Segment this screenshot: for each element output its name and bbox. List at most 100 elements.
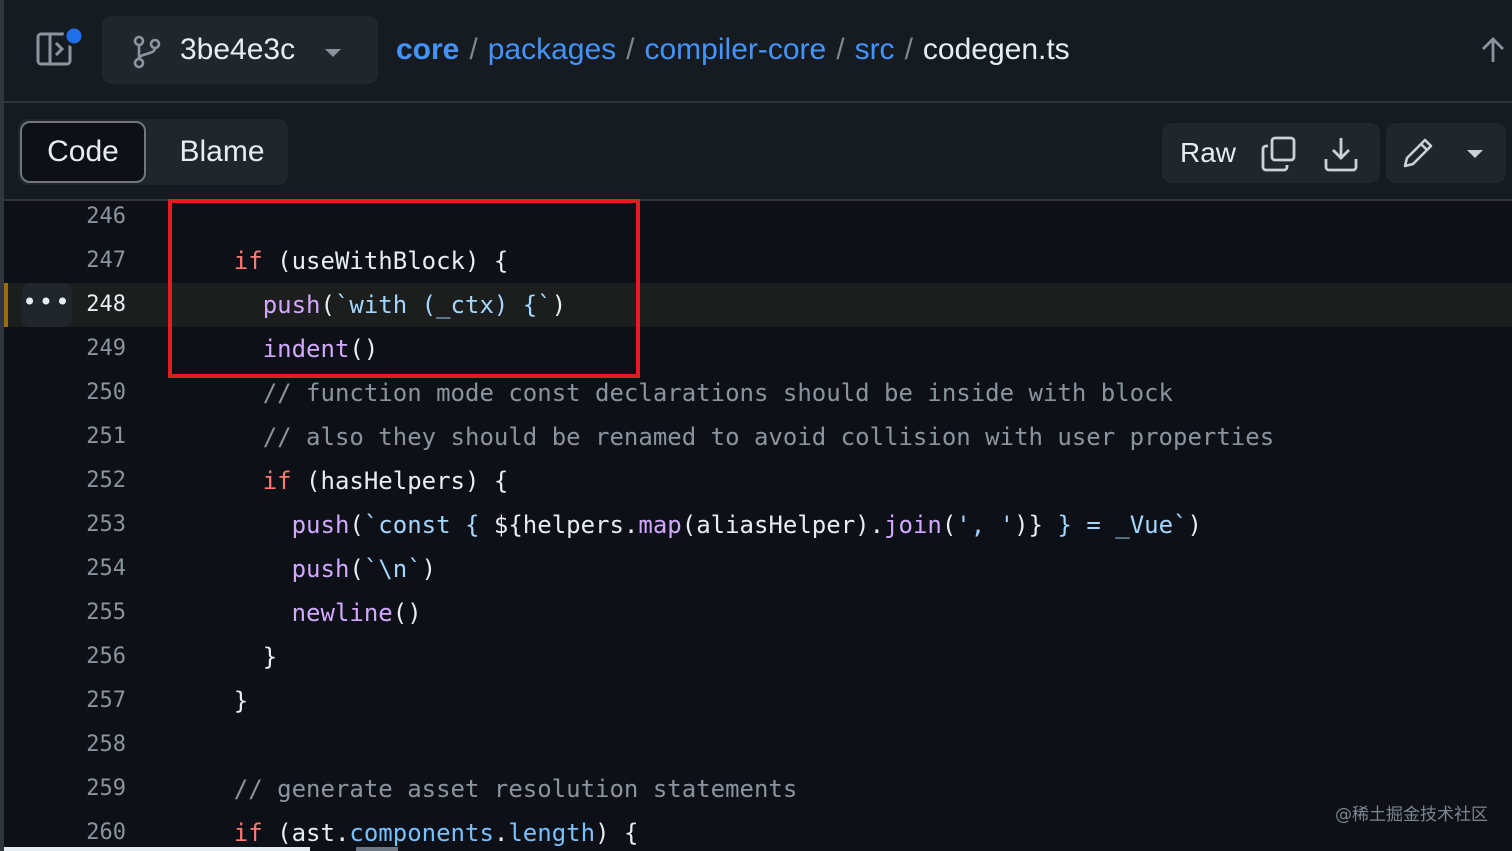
code-token: ( — [941, 511, 957, 539]
code-token: push — [291, 511, 350, 539]
breadcrumb-separator: / — [836, 33, 845, 66]
code-token: // function mode const declarations shou… — [262, 379, 1174, 407]
git-branch-icon — [132, 35, 162, 69]
download-icon[interactable] — [1322, 135, 1360, 173]
arrow-up-icon[interactable] — [1480, 36, 1506, 64]
code-token: // also they should be renamed to avoid … — [262, 423, 1275, 451]
line-number[interactable]: 257 — [44, 679, 126, 723]
code-line: 252 if (hasHelpers) { — [4, 459, 1512, 503]
code-text: } — [176, 635, 277, 679]
branch-name: 3be4e3c — [180, 33, 296, 66]
code-text: } — [176, 679, 248, 723]
code-token: ( — [349, 555, 364, 583]
code-token: join — [884, 511, 942, 539]
line-number[interactable]: 255 — [44, 591, 126, 635]
copy-icon[interactable] — [1260, 135, 1298, 173]
code-token: ) { — [595, 819, 639, 847]
chevron-down-icon — [324, 46, 342, 58]
view-mode-switch: Code Blame — [18, 119, 288, 185]
file-header: 3be4e3c core / packages / compiler-core / src /… — [4, 0, 1512, 103]
code-token: ) — [1187, 511, 1202, 539]
annotation-highlight-box — [168, 199, 640, 378]
line-number[interactable]: 253 — [44, 503, 126, 547]
line-number[interactable]: 251 — [44, 415, 126, 459]
edit-actions — [1386, 123, 1506, 183]
code-token: ${helpers. — [493, 511, 639, 539]
line-number[interactable]: 249 — [44, 327, 126, 371]
code-token: ) — [421, 555, 437, 583]
code-token: (ast. — [262, 819, 350, 847]
code-line: 254 push(`\n`) — [4, 547, 1512, 591]
code-token: } — [176, 687, 249, 715]
line-number[interactable]: 247 — [44, 239, 126, 283]
line-number[interactable]: 260 — [44, 811, 126, 851]
line-number[interactable]: 258 — [44, 723, 126, 767]
breadcrumb-separator: / — [626, 33, 635, 66]
code-token: if — [233, 819, 263, 847]
watermark: @稀土掘金技术社区 — [1335, 805, 1488, 825]
line-number[interactable]: 254 — [44, 547, 126, 591]
code-text: newline() — [176, 591, 422, 635]
horizontal-scrollbar[interactable] — [4, 847, 310, 851]
breadcrumb: core / packages / compiler-core / src / codegen.… — [396, 30, 1070, 70]
code-text: push(`\n`) — [176, 547, 437, 591]
horizontal-scrollbar-track — [356, 847, 398, 851]
code-token: (hasHelpers) { — [291, 467, 509, 495]
line-number[interactable]: 259 — [44, 767, 126, 811]
code-line: 251 // also they should be renamed to av… — [4, 415, 1512, 459]
code-token: } — [176, 643, 278, 671]
breadcrumb-separator: / — [904, 33, 913, 66]
code-token: () — [392, 599, 422, 627]
line-number[interactable]: 246 — [44, 195, 126, 239]
code-token: length — [508, 819, 596, 847]
line-number[interactable]: 250 — [44, 371, 126, 415]
code-text: push(`const { ${helpers.map(aliasHelper)… — [176, 503, 1202, 547]
tab-code[interactable]: Code — [20, 121, 146, 183]
code-token: } = _Vue` — [1043, 511, 1188, 539]
line-number[interactable]: 248 — [44, 283, 126, 327]
code-token: components — [349, 819, 494, 847]
code-token: `\n` — [363, 555, 422, 583]
code-token: map — [638, 511, 682, 539]
code-text: // also they should be renamed to avoid … — [176, 415, 1274, 459]
line-number[interactable]: 256 — [44, 635, 126, 679]
code-line: 256 } — [4, 635, 1512, 679]
code-token: (aliasHelper). — [681, 511, 885, 539]
breadcrumb-link-core[interactable]: core — [396, 33, 459, 66]
pencil-icon[interactable] — [1400, 135, 1436, 171]
file-actions: Raw — [1162, 123, 1380, 183]
code-token: ', ' — [956, 511, 1015, 539]
breadcrumb-link-src[interactable]: src — [855, 33, 895, 66]
code-line: 257 } — [4, 679, 1512, 723]
sidebar-expand-icon[interactable] — [34, 24, 90, 72]
line-number[interactable]: 252 — [44, 459, 126, 503]
breadcrumb-current-file: codegen.ts — [922, 33, 1070, 66]
file-toolbar: Code Blame Raw — [4, 103, 1512, 201]
breadcrumb-link-packages[interactable]: packages — [488, 33, 616, 66]
code-text: if (hasHelpers) { — [176, 459, 509, 503]
code-token: if — [262, 467, 292, 495]
code-token: // generate asset resolution statements — [233, 775, 798, 803]
code-line: 259 // generate asset resolution stateme… — [4, 767, 1512, 811]
code-line: 253 push(`const { ${helpers.map(aliasHel… — [4, 503, 1512, 547]
branch-selector[interactable]: 3be4e3c — [102, 16, 378, 84]
code-token: . — [493, 819, 509, 847]
code-token: newline — [291, 599, 393, 627]
breadcrumb-link-compiler-core[interactable]: compiler-core — [645, 33, 827, 66]
code-token: )} — [1014, 511, 1043, 539]
raw-button[interactable]: Raw — [1174, 123, 1242, 183]
code-line: 258 — [4, 723, 1512, 767]
code-text: if (ast.components.length) { — [176, 811, 639, 851]
tab-blame[interactable]: Blame — [162, 121, 282, 183]
highlight-bar — [4, 283, 8, 327]
code-line: 260 if (ast.components.length) { — [4, 811, 1512, 851]
chevron-down-icon[interactable] — [1466, 147, 1484, 159]
code-token: push — [291, 555, 350, 583]
